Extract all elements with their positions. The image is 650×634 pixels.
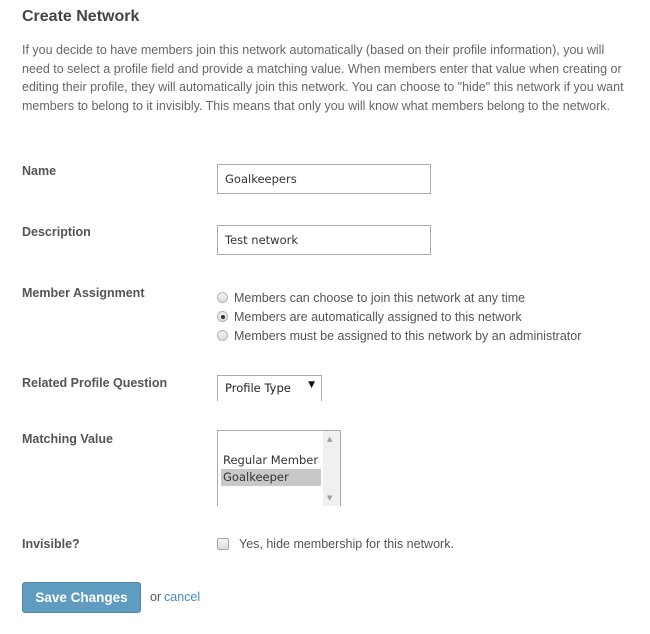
invisible-label: Invisible? bbox=[22, 537, 80, 551]
radio-label: Members are automatically assigned to th… bbox=[234, 309, 522, 324]
intro-text: If you decide to have members join this … bbox=[22, 43, 624, 113]
radio-label: Members can choose to join this network … bbox=[234, 290, 526, 305]
matching-value-label: Matching Value bbox=[22, 432, 113, 446]
dropdown-arrow-icon: ▼ bbox=[308, 380, 315, 390]
scroll-down-icon[interactable]: ▼ bbox=[327, 494, 332, 502]
scroll-up-icon[interactable]: ▲ bbox=[327, 435, 332, 443]
related-profile-question-label: Related Profile Question bbox=[22, 376, 168, 390]
member-assignment-radio-group: Members can choose to join this network … bbox=[217, 288, 581, 345]
listbox-option[interactable]: Regular Member bbox=[221, 452, 321, 469]
select-value: Profile Type bbox=[225, 381, 291, 395]
radio-option-administrator[interactable]: Members must be assigned to this network… bbox=[217, 326, 581, 345]
description-label: Description bbox=[22, 225, 91, 239]
description-input[interactable] bbox=[217, 225, 431, 255]
radio-option-automatic[interactable]: Members are automatically assigned to th… bbox=[217, 307, 581, 326]
profile-question-select[interactable]: Profile Type ▼ bbox=[217, 375, 322, 401]
or-text: or bbox=[150, 590, 162, 604]
listbox-option-selected[interactable]: Goalkeeper bbox=[221, 469, 321, 486]
listbox-scrollbar[interactable]: ▲ ▼ bbox=[323, 431, 340, 506]
radio-button-checked[interactable] bbox=[217, 311, 228, 322]
invisible-checkbox[interactable] bbox=[217, 538, 229, 550]
name-input[interactable] bbox=[217, 164, 431, 194]
page-title: Create Network bbox=[22, 8, 140, 25]
checkbox-label: Yes, hide membership for this network. bbox=[239, 537, 454, 551]
matching-value-listbox[interactable]: Regular Member Goalkeeper ▲ ▼ bbox=[217, 430, 341, 506]
name-label: Name bbox=[22, 164, 57, 178]
member-assignment-label: Member Assignment bbox=[22, 286, 145, 300]
radio-option-choose[interactable]: Members can choose to join this network … bbox=[217, 288, 581, 307]
cancel-link[interactable]: cancel bbox=[164, 590, 200, 604]
save-changes-button[interactable]: Save Changes bbox=[22, 582, 141, 613]
radio-label: Members must be assigned to this network… bbox=[234, 328, 582, 343]
radio-button[interactable] bbox=[217, 292, 228, 303]
radio-button[interactable] bbox=[217, 330, 228, 341]
invisible-checkbox-row[interactable]: Yes, hide membership for this network. bbox=[217, 537, 454, 551]
